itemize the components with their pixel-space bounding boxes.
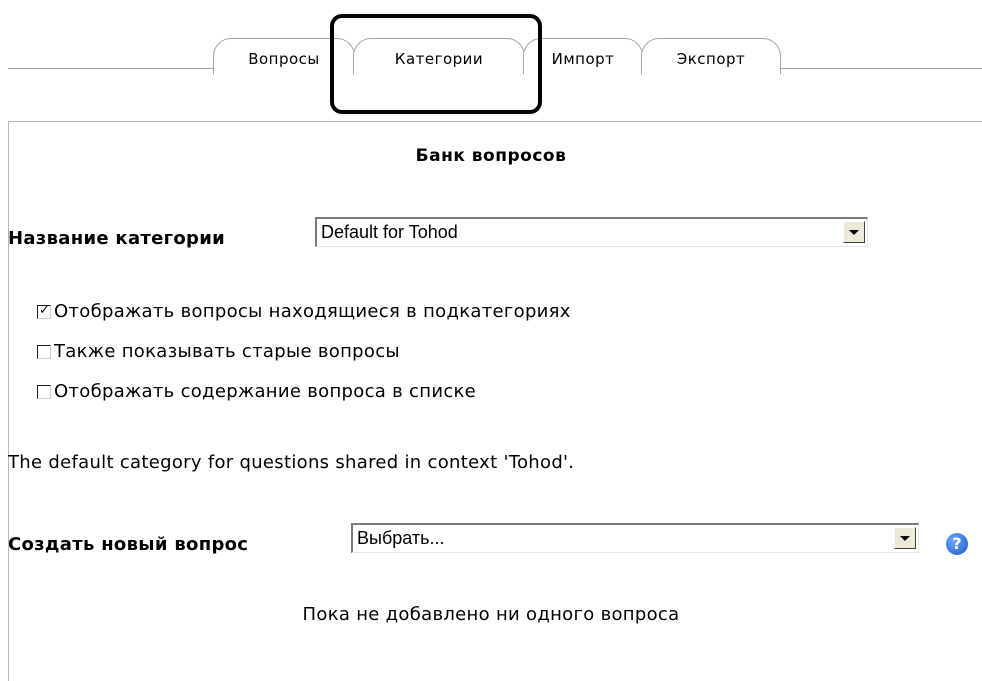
category-info-text: The default category for questions share… — [8, 452, 575, 473]
tab-label: Импорт — [551, 50, 615, 68]
tab-label: Экспорт — [676, 50, 746, 68]
highlight-annotation — [330, 14, 542, 114]
chevron-down-icon[interactable] — [843, 221, 865, 243]
help-icon[interactable]: ? — [946, 533, 968, 555]
category-label: Название категории — [8, 228, 226, 249]
question-bank-page: Вопросы Категории Импорт Экспорт Банк во… — [0, 0, 982, 681]
category-select[interactable]: Default for Tohod — [315, 217, 868, 247]
tab-label: Вопросы — [248, 50, 320, 68]
category-select-value: Default for Tohod — [321, 222, 458, 242]
create-question-select-value: Выбрать... — [357, 528, 445, 548]
chevron-down-icon[interactable] — [894, 527, 916, 549]
checkbox[interactable]: ✓ — [37, 303, 51, 319]
checkbox[interactable] — [37, 385, 51, 399]
check-icon: ✓ — [39, 303, 51, 318]
empty-questions-message: Пока не добавлено ни одного вопроса — [302, 604, 680, 625]
checkbox[interactable] — [37, 345, 51, 359]
option-label: Также показывать старые вопросы — [54, 341, 400, 362]
tab-export[interactable]: Экспорт — [641, 38, 781, 74]
option-label: Отображать вопросы находящиеся в подкате… — [54, 301, 571, 322]
page-title: Банк вопросов — [415, 146, 567, 166]
create-question-select[interactable]: Выбрать... — [351, 523, 919, 553]
option-label: Отображать содержание вопроса в списке — [54, 381, 477, 402]
create-question-label: Создать новый вопрос — [8, 534, 249, 555]
